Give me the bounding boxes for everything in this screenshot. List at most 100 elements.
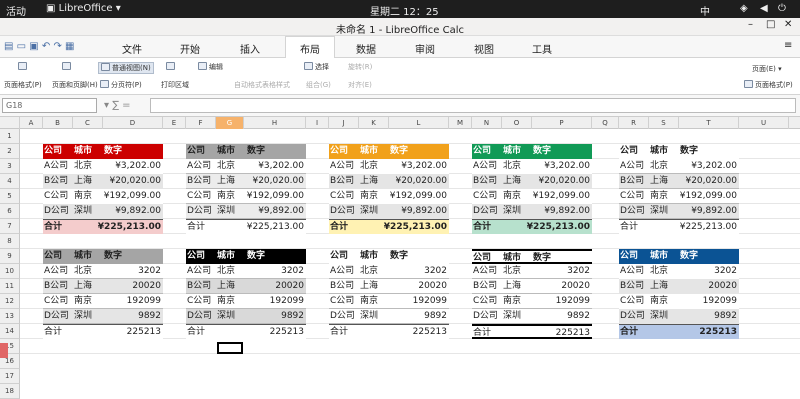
total-row[interactable]: 合计 225213 [472,324,592,339]
header-cell[interactable]: 数字 [247,144,265,159]
maximize-icon[interactable]: □ [766,19,775,30]
city-cell[interactable]: 南京 [360,189,378,204]
company-cell[interactable]: D公司 [44,204,69,219]
table-row[interactable]: B公司 上海 ¥20,020.00 [329,174,449,189]
city-cell[interactable]: 深圳 [650,204,668,219]
city-cell[interactable]: 南京 [503,294,521,309]
row-header[interactable]: 1 [0,129,20,144]
company-cell[interactable]: A公司 [473,159,497,174]
number-cell[interactable]: ¥9,892.00 [544,204,590,219]
number-cell[interactable]: ¥192,099.00 [533,189,590,204]
table-row[interactable]: B公司 上海 20020 [186,279,306,294]
company-cell[interactable]: D公司 [473,204,498,219]
company-cell[interactable]: C公司 [473,294,497,309]
total-label-cell[interactable]: 合计 [44,325,62,340]
table-row[interactable]: C公司 南京 192099 [186,294,306,309]
total-value-cell[interactable]: ¥225,213.00 [247,220,304,235]
page-style-right-button[interactable]: 页面格式(P) [744,80,793,90]
table-row[interactable]: C公司 南京 ¥192,099.00 [329,189,449,204]
table-row[interactable]: C公司 南京 192099 [329,294,449,309]
autoformat-button[interactable]: 自动格式表格样式 [234,80,290,90]
number-cell[interactable]: ¥20,020.00 [395,174,447,189]
table-row[interactable]: D公司 深圳 ¥9,892.00 [329,204,449,219]
table-header-row[interactable]: 公司 城市 数字 [186,249,306,264]
activities-button[interactable]: 活动 [6,3,26,18]
row-header[interactable]: 9 [0,249,20,264]
row-header[interactable]: 2 [0,144,20,159]
city-cell[interactable]: 深圳 [74,309,92,324]
total-label-cell[interactable]: 合计 [620,220,638,235]
header-cell[interactable]: 公司 [330,144,348,159]
number-cell[interactable]: 192099 [270,294,304,309]
select-button[interactable]: 选择 [304,62,329,72]
power-icon[interactable]: ⏻ [778,3,786,14]
city-cell[interactable]: 南京 [217,189,235,204]
number-cell[interactable]: 9892 [281,309,304,324]
table-row[interactable]: D公司 深圳 9892 [186,309,306,324]
number-cell[interactable]: ¥3,202.00 [691,159,737,174]
city-cell[interactable]: 北京 [217,159,235,174]
column-header[interactable]: L [389,117,449,129]
table-row[interactable]: A公司 北京 3202 [472,264,592,279]
number-cell[interactable]: ¥3,202.00 [401,159,447,174]
header-cell[interactable]: 城市 [650,144,668,159]
header-footer-button[interactable]: 页面和页脚(H) [52,80,98,90]
print-range-button[interactable]: 打印区域 [161,80,189,90]
total-row[interactable]: 合计 225213 [186,324,306,339]
network-icon[interactable]: ◈ [740,3,748,14]
city-cell[interactable]: 北京 [650,264,668,279]
row-header[interactable]: 8 [0,234,20,249]
total-label-cell[interactable]: 合计 [187,325,205,340]
total-value-cell[interactable]: 225213 [413,325,447,340]
company-cell[interactable]: B公司 [44,174,68,189]
row-header[interactable]: 12 [0,294,20,309]
city-cell[interactable]: 深圳 [217,204,235,219]
volume-icon[interactable]: ◀ [760,3,768,14]
column-header[interactable]: C [73,117,103,129]
header-cell[interactable]: 城市 [360,249,378,264]
city-cell[interactable]: 北京 [503,159,521,174]
header-cell[interactable]: 城市 [360,144,378,159]
table-row[interactable]: A公司 北京 3202 [329,264,449,279]
row-header[interactable]: 11 [0,279,20,294]
tab-data[interactable]: 数据 [356,41,376,56]
city-cell[interactable]: 上海 [217,279,235,294]
column-header[interactable]: F [186,117,216,129]
company-cell[interactable]: D公司 [187,309,212,324]
header-cell[interactable]: 公司 [187,249,205,264]
name-box[interactable]: G18 [2,98,97,113]
total-row[interactable]: 合计 ¥225,213.00 [619,219,739,234]
column-header[interactable]: E [163,117,186,129]
table-row[interactable]: D公司 深圳 ¥9,892.00 [186,204,306,219]
number-cell[interactable]: ¥9,892.00 [258,204,304,219]
number-cell[interactable]: 3202 [714,264,737,279]
total-label-cell[interactable]: 合计 [44,220,62,235]
table-row[interactable]: D公司 深圳 ¥9,892.00 [43,204,163,219]
header-cell[interactable]: 公司 [44,249,62,264]
number-cell[interactable]: ¥3,202.00 [258,159,304,174]
table-row[interactable]: A公司 北京 3202 [43,264,163,279]
city-cell[interactable]: 上海 [360,279,378,294]
number-cell[interactable]: ¥192,099.00 [247,189,304,204]
page-break-button[interactable]: 分页符(P) [100,80,142,90]
column-header[interactable]: B [43,117,73,129]
number-cell[interactable]: ¥20,020.00 [252,174,304,189]
total-row[interactable]: 合计 ¥225,213.00 [472,219,592,234]
table-row[interactable]: A公司 北京 ¥3,202.00 [186,159,306,174]
company-cell[interactable]: D公司 [473,309,498,324]
city-cell[interactable]: 上海 [650,279,668,294]
column-header[interactable]: T [679,117,739,129]
table-header-row[interactable]: 公司 城市 数字 [329,249,449,264]
company-cell[interactable]: A公司 [330,264,354,279]
total-value-cell[interactable]: ¥225,213.00 [527,220,590,235]
header-cell[interactable]: 数字 [533,144,551,159]
table-row[interactable]: C公司 南京 ¥192,099.00 [43,189,163,204]
city-cell[interactable]: 深圳 [503,309,521,324]
number-cell[interactable]: 9892 [138,309,161,324]
column-header[interactable]: D [103,117,163,129]
company-cell[interactable]: C公司 [620,189,644,204]
group-button[interactable]: 组合(G) [306,80,331,90]
company-cell[interactable]: A公司 [620,159,644,174]
column-header[interactable]: N [472,117,502,129]
header-cell[interactable]: 数字 [104,144,122,159]
